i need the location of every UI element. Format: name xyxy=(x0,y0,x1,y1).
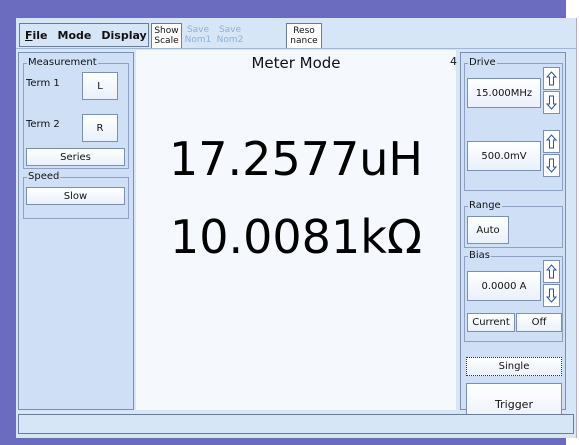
left-panel: Measurement Term 1 L Term 2 R Series Spe… xyxy=(18,52,134,410)
page-number: 4 xyxy=(450,55,457,68)
bias-type-button[interactable]: Current xyxy=(467,313,515,332)
secondary-reading: 10.0081kΩ xyxy=(169,210,422,264)
resonance-line2: nance xyxy=(290,36,318,46)
app-window: File Mode Display Show Scale Save Nom1 S… xyxy=(16,18,577,438)
meter-display: Meter Mode 17.2577uH 10.0081kΩ xyxy=(136,50,456,410)
save-nom1-button[interactable]: Save Nom1 xyxy=(184,23,212,47)
bias-legend: Bias xyxy=(468,250,491,261)
menu-bar: File Mode Display Show Scale Save Nom1 S… xyxy=(16,18,576,50)
level-down-icon[interactable] xyxy=(543,154,560,177)
save-nom2-button[interactable]: Save Nom2 xyxy=(216,23,244,47)
frame-left xyxy=(0,0,16,445)
resonance-button[interactable]: Reso nance xyxy=(286,23,322,49)
term2-button[interactable]: R xyxy=(82,114,118,142)
menu-display[interactable]: Display xyxy=(101,29,146,42)
menu-group: File Mode Display xyxy=(19,23,149,47)
level-up-icon[interactable] xyxy=(543,130,560,153)
frame-bottom xyxy=(0,438,579,445)
frame-top xyxy=(0,0,579,18)
save-nom2-line2: Nom2 xyxy=(216,35,244,45)
mode-title: Meter Mode xyxy=(251,54,341,72)
menu-divider xyxy=(16,48,576,49)
show-scale-button[interactable]: Show Scale xyxy=(151,23,182,49)
drive-group: Drive 15.000MHz 500.0mV xyxy=(464,57,563,191)
primary-reading: 17.2577uH xyxy=(169,132,423,186)
trigger-mode-button[interactable]: Single xyxy=(466,357,562,376)
measurement-legend: Measurement xyxy=(27,57,98,68)
term1-label: Term 1 xyxy=(26,78,60,89)
level-button[interactable]: 500.0mV xyxy=(467,141,541,171)
measurement-group: Measurement Term 1 L Term 2 R Series xyxy=(23,57,129,169)
bias-up-icon[interactable] xyxy=(543,260,560,283)
drive-legend: Drive xyxy=(468,57,497,68)
menu-file[interactable]: File xyxy=(25,29,48,42)
bias-down-icon[interactable] xyxy=(543,284,560,307)
bias-state-button[interactable]: Off xyxy=(516,313,562,332)
frequency-up-icon[interactable] xyxy=(543,67,560,90)
range-legend: Range xyxy=(468,200,502,211)
right-panel: Drive 15.000MHz 500.0mV Range Auto Bias … xyxy=(460,52,566,425)
speed-legend: Speed xyxy=(27,171,61,182)
save-nom1-line1: Save xyxy=(186,25,210,35)
range-group: Range Auto xyxy=(464,200,563,248)
range-button[interactable]: Auto xyxy=(467,216,509,244)
bias-value-button[interactable]: 0.0000 A xyxy=(467,271,541,301)
window-frame: File Mode Display Show Scale Save Nom1 S… xyxy=(0,0,579,445)
menu-mode[interactable]: Mode xyxy=(58,29,92,42)
frequency-button[interactable]: 15.000MHz xyxy=(467,78,541,108)
circuit-button[interactable]: Series xyxy=(26,148,125,166)
frequency-down-icon[interactable] xyxy=(543,91,560,114)
save-nom2-line1: Save xyxy=(218,25,242,35)
resonance-line1: Reso xyxy=(293,26,315,36)
speed-button[interactable]: Slow xyxy=(26,187,125,205)
bias-group: Bias 0.0000 A Current Off xyxy=(464,250,563,342)
status-bar xyxy=(18,414,574,434)
term1-button[interactable]: L xyxy=(82,72,118,100)
show-scale-line1: Show xyxy=(154,26,179,36)
speed-group: Speed Slow xyxy=(23,171,129,219)
show-scale-line2: Scale xyxy=(154,36,179,46)
term2-label: Term 2 xyxy=(26,119,60,130)
save-nom1-line2: Nom1 xyxy=(184,35,212,45)
